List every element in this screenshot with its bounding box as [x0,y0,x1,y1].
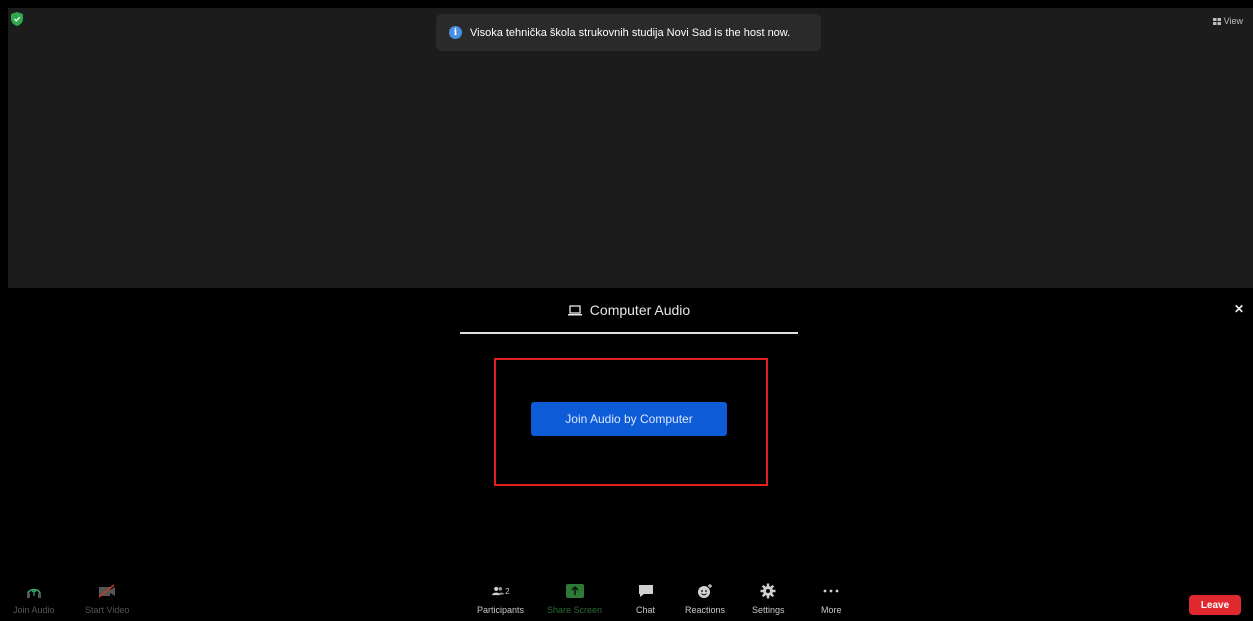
start-video-label: Start Video [85,605,130,615]
video-off-icon [98,582,116,600]
join-audio-button[interactable]: Join Audio [13,582,55,615]
notification-text: Visoka tehnička škola strukovnih studija… [470,26,791,39]
chat-button[interactable]: Chat [636,582,655,615]
more-button[interactable]: More [821,582,842,615]
participants-icon: 2 [491,582,510,600]
settings-button[interactable]: Settings [752,582,785,615]
participants-label: Participants [477,605,525,615]
headphones-icon [25,582,43,600]
leave-button[interactable]: Leave [1189,595,1241,615]
view-button[interactable]: View [1212,16,1243,26]
grid-icon [1212,17,1221,25]
reactions-icon [696,582,714,600]
laptop-icon [567,304,582,315]
host-notification: i Visoka tehnička škola strukovnih studi… [436,14,821,51]
chat-icon [637,582,655,600]
participants-button[interactable]: 2 Participants [477,582,525,616]
join-audio-by-computer-button[interactable]: Join Audio by Computer [531,402,727,436]
join-audio-label: Join Audio [13,605,55,615]
tab-label: Computer Audio [589,302,691,318]
shield-icon[interactable] [11,12,23,26]
share-screen-label: Share Screen [547,605,603,615]
start-video-button[interactable]: Start Video [85,582,129,615]
reactions-label: Reactions [685,605,726,615]
info-icon: i [449,26,462,39]
participants-count: 2 [505,586,510,596]
tab-computer-audio[interactable]: Computer Audio [460,300,798,320]
close-icon[interactable]: ✕ [1234,302,1244,316]
chat-label: Chat [636,605,656,615]
tab-underline [460,332,798,334]
share-screen-button[interactable]: Share Screen [547,582,602,615]
settings-label: Settings [752,605,785,615]
reactions-button[interactable]: Reactions [685,582,725,615]
more-label: More [821,605,842,615]
gear-icon [759,582,777,600]
meeting-toolbar [0,578,1253,621]
view-label: View [1223,16,1243,26]
share-screen-icon [565,582,584,600]
more-icon [822,582,840,600]
